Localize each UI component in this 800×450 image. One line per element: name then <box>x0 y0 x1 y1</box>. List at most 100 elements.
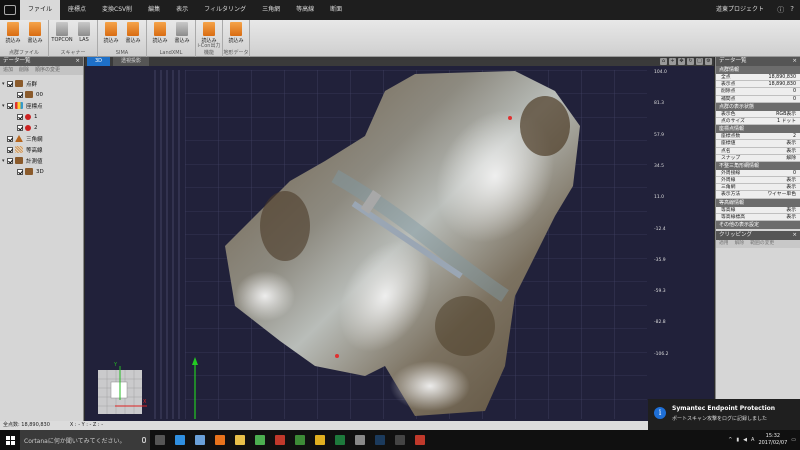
menu-item[interactable]: 変換CSV削 <box>94 0 140 20</box>
app-logo-icon[interactable] <box>0 0 20 20</box>
property-section-header[interactable]: 点群情報 <box>716 66 800 74</box>
menu-item[interactable]: 編集 <box>140 0 168 20</box>
property-row[interactable]: 座標点数 2 <box>716 133 800 141</box>
tree-item[interactable]: ▾ 計測値 <box>2 155 81 166</box>
action-center-icon[interactable]: ▭ <box>791 437 796 443</box>
microphone-icon[interactable] <box>142 437 146 443</box>
property-section-header[interactable]: 不整三角形網情報 <box>716 161 800 170</box>
clipping-tool-button[interactable]: 解除 <box>735 240 745 248</box>
tree-item[interactable]: ▾ 点群 <box>2 78 81 89</box>
start-button[interactable] <box>0 430 20 450</box>
close-icon[interactable]: × <box>792 57 797 66</box>
property-row[interactable]: 外周接線 0 <box>716 169 800 178</box>
tray-chevron-icon[interactable]: ^ <box>728 437 732 443</box>
property-row[interactable]: 表示方法 ワイヤー単色 <box>716 191 800 199</box>
taskbar-app-button[interactable] <box>230 430 250 450</box>
menu-item[interactable]: 座標点 <box>60 0 94 20</box>
tree-item[interactable]: 2 <box>2 122 81 133</box>
tree-item[interactable]: 3D <box>2 166 81 177</box>
close-icon[interactable]: × <box>792 231 797 240</box>
property-row[interactable]: 全点 18,890,830 <box>716 74 800 82</box>
help-icon[interactable]: ? <box>790 5 794 15</box>
taskbar-app-button[interactable] <box>390 430 410 450</box>
cortana-search-box[interactable]: Cortanaに何か聞いてみてください。 <box>20 430 150 450</box>
property-row[interactable]: 三角網 表示 <box>716 184 800 192</box>
tree-item[interactable]: ▾ 座標点 <box>2 100 81 111</box>
taskbar-app-button[interactable] <box>190 430 210 450</box>
visibility-checkbox[interactable] <box>7 146 13 153</box>
property-row[interactable]: 外周線 表示 <box>716 177 800 185</box>
taskbar-app-button[interactable] <box>330 430 350 450</box>
visibility-checkbox[interactable] <box>7 157 13 164</box>
close-icon[interactable]: × <box>75 57 80 66</box>
menu-item[interactable]: 断面 <box>322 0 350 20</box>
property-row[interactable]: 補間点 0 <box>716 95 800 103</box>
clock[interactable]: 15:32 2017/02/07 <box>758 433 787 447</box>
taskbar-app-button[interactable] <box>170 430 190 450</box>
property-row[interactable]: 座標値 表示 <box>716 140 800 148</box>
taskbar-app-button[interactable] <box>270 430 290 450</box>
volume-icon[interactable]: ◀ <box>743 437 747 443</box>
property-row[interactable]: 等高線 表示 <box>716 206 800 214</box>
visibility-checkbox[interactable] <box>17 113 23 120</box>
tree-item[interactable]: 00 <box>2 89 81 100</box>
navigation-cube[interactable]: Y X <box>98 362 147 414</box>
rotate-icon[interactable]: ↻ <box>687 58 694 65</box>
menu-item[interactable]: 表示 <box>168 0 196 20</box>
taskbar-app-button[interactable] <box>310 430 330 450</box>
menu-item[interactable]: 三角網 <box>254 0 288 20</box>
property-section-header[interactable]: 等高線情報 <box>716 198 800 207</box>
data-list-tool-button[interactable]: 順序の変更 <box>35 66 60 75</box>
project-name: 道東プロジェクト <box>715 6 764 13</box>
taskbar-app-button[interactable] <box>290 430 310 450</box>
property-row[interactable]: 表示色 RGB表示 <box>716 110 800 118</box>
info-icon[interactable]: ⓘ <box>777 5 784 15</box>
taskbar-app-button[interactable] <box>210 430 230 450</box>
tree-item[interactable]: 等高線 <box>2 144 81 155</box>
property-section-header[interactable]: その他の表示設定 <box>716 221 800 229</box>
menu-item[interactable]: フィルタリング <box>196 0 254 20</box>
network-icon[interactable]: ▮ <box>736 437 739 443</box>
notification-toast[interactable]: i Symantec Endpoint Protection ポートスキャン攻撃… <box>648 399 800 430</box>
tree-item[interactable]: 1 <box>2 111 81 122</box>
point-cloud-view[interactable]: Y X <box>85 66 714 421</box>
taskbar-app-button[interactable] <box>250 430 270 450</box>
property-row[interactable]: 点名 表示 <box>716 147 800 155</box>
settings-icon[interactable]: ⚙ <box>705 58 712 65</box>
data-list-tool-button[interactable]: 削除 <box>19 66 29 75</box>
clipping-tool-button[interactable]: 範囲の変更 <box>750 240 774 248</box>
taskbar-app-button[interactable] <box>350 430 370 450</box>
property-row[interactable]: 等高線標高 表示 <box>716 213 800 221</box>
visibility-checkbox[interactable] <box>17 168 23 175</box>
property-key: 点のサイズ <box>721 118 745 124</box>
zoom-icon[interactable]: + <box>669 58 676 65</box>
visibility-checkbox[interactable] <box>7 102 13 109</box>
visibility-checkbox[interactable] <box>17 91 23 98</box>
fit-icon[interactable]: □ <box>696 58 703 65</box>
tree-item[interactable]: 三角網 <box>2 133 81 144</box>
ime-indicator[interactable]: A <box>751 437 754 443</box>
coordinate-point-2[interactable] <box>335 354 339 358</box>
home-icon[interactable]: ⌂ <box>660 58 667 65</box>
property-row[interactable]: スナップ 解除 <box>716 154 800 162</box>
viewport-tab[interactable]: 3D <box>87 57 111 66</box>
visibility-checkbox[interactable] <box>7 80 13 87</box>
taskbar-app-button[interactable] <box>150 430 170 450</box>
property-row[interactable]: 表示点 18,890,830 <box>716 81 800 89</box>
taskbar-app-button[interactable] <box>370 430 390 450</box>
property-section-header[interactable]: 座標点情報 <box>716 125 800 134</box>
property-row[interactable]: 点のサイズ 1 ドット <box>716 117 800 126</box>
visibility-checkbox[interactable] <box>17 124 23 131</box>
property-section-header[interactable]: 点群の表示状態 <box>716 102 800 111</box>
taskbar-app-button[interactable] <box>410 430 430 450</box>
menu-item[interactable]: ファイル <box>20 0 61 20</box>
visibility-checkbox[interactable] <box>7 135 13 142</box>
coordinate-point-1[interactable] <box>508 116 512 120</box>
3d-viewport[interactable]: 3D 透視投影 ⌂ + ✥ ↻ □ ⚙ Y X 104.0 81.3 57.9 … <box>85 57 714 421</box>
clipping-tool-button[interactable]: 適用 <box>719 240 729 248</box>
data-list-tool-button[interactable]: 追加 <box>3 66 13 75</box>
property-row[interactable]: 削除点 0 <box>716 88 800 96</box>
viewport-tab[interactable]: 透視投影 <box>113 57 150 66</box>
menu-item[interactable]: 等高線 <box>288 0 322 20</box>
pan-icon[interactable]: ✥ <box>678 58 685 65</box>
